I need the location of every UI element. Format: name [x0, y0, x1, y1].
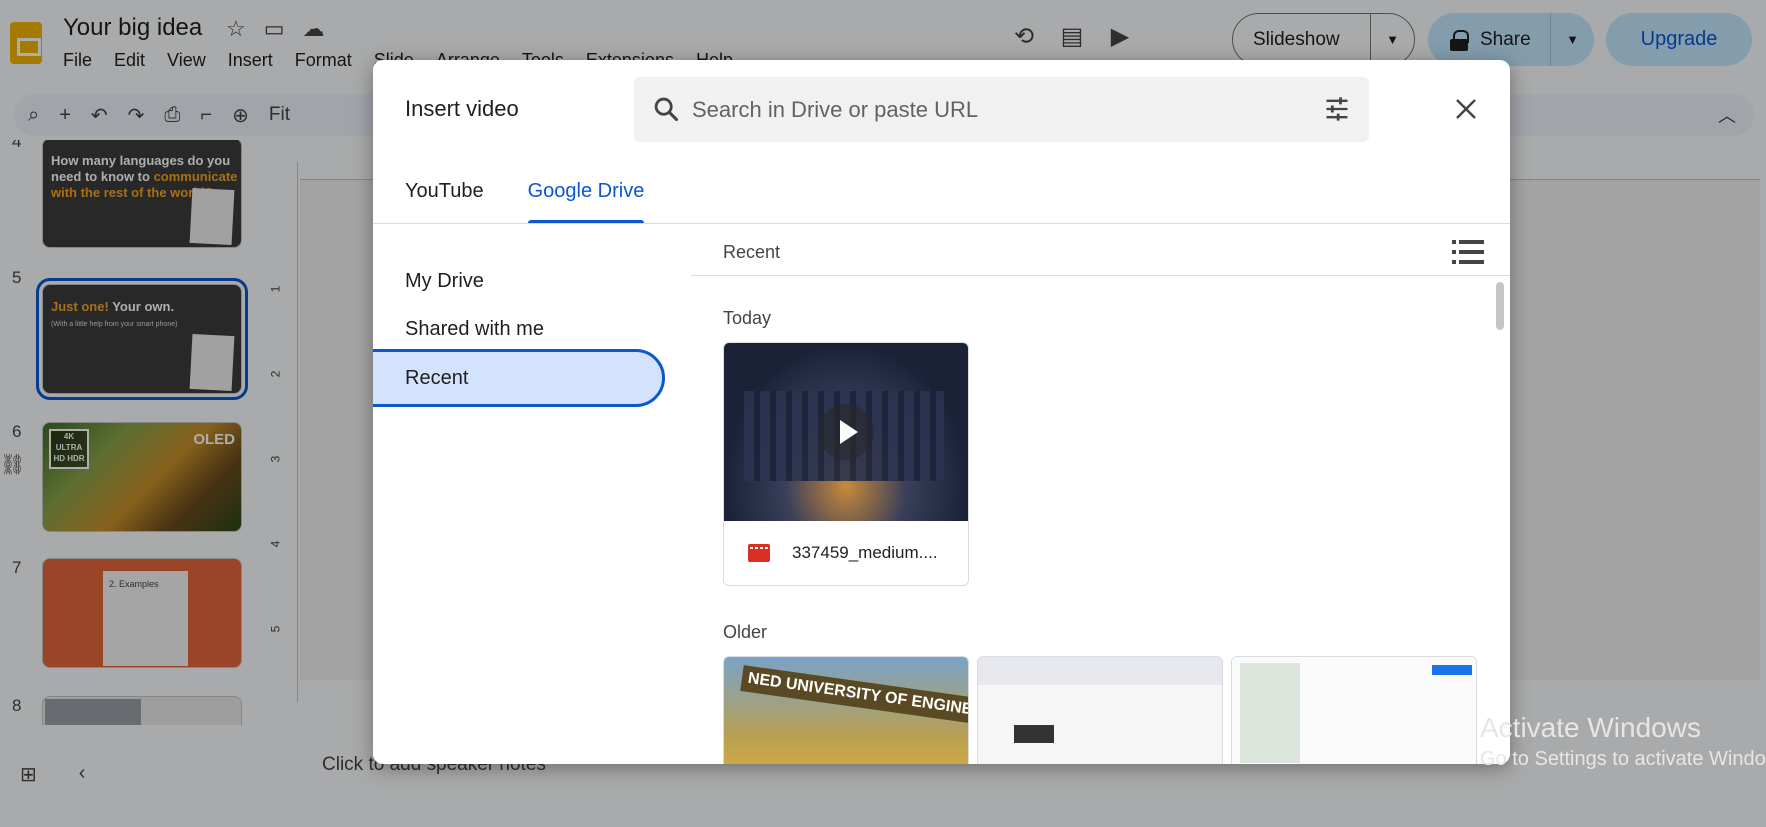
nav-item-my-drive[interactable]: My Drive [405, 270, 484, 293]
current-folder-label: Recent [723, 242, 781, 262]
play-icon [818, 404, 874, 460]
video-file-card[interactable]: 337459_medium.... [723, 342, 969, 586]
close-button[interactable] [1443, 86, 1489, 132]
video-thumbnail [978, 657, 1222, 764]
scrollbar[interactable] [1496, 282, 1504, 330]
video-file-card[interactable] [977, 656, 1223, 764]
nav-item-recent[interactable]: Recent [373, 349, 665, 407]
nav-item-shared-with-me[interactable]: Shared with me [405, 318, 544, 341]
video-thumbnail [1232, 657, 1476, 764]
divider [373, 223, 1510, 224]
video-file-icon [748, 544, 770, 562]
file-browser: Recent Today 337459_medium.... Older NED… [691, 226, 1510, 764]
video-thumbnail: NED UNIVERSITY OF ENGINEERING & TECHNOLO… [724, 657, 968, 764]
search-icon[interactable] [652, 95, 680, 123]
close-icon [1456, 99, 1476, 119]
search-box [634, 77, 1369, 142]
section-today: Today [723, 308, 772, 328]
video-file-card[interactable]: NED UNIVERSITY OF ENGINEERING & TECHNOLO… [723, 656, 969, 764]
section-older: Older [723, 622, 768, 642]
search-options-icon[interactable] [1323, 95, 1351, 123]
tab-google-drive[interactable]: Google Drive [527, 172, 644, 224]
video-thumbnail [724, 343, 968, 521]
source-tabs: YouTube Google Drive [405, 172, 644, 224]
dialog-title: Insert video [405, 96, 519, 121]
video-file-card[interactable] [1231, 656, 1477, 764]
tab-youtube[interactable]: YouTube [405, 172, 484, 224]
search-input[interactable] [692, 87, 1292, 132]
file-list-header: Recent [691, 226, 1510, 276]
file-name: 337459_medium.... [792, 543, 938, 562]
list-view-icon[interactable] [1452, 238, 1484, 266]
insert-video-dialog: Insert video YouTube Google Drive My Dri… [373, 60, 1510, 764]
